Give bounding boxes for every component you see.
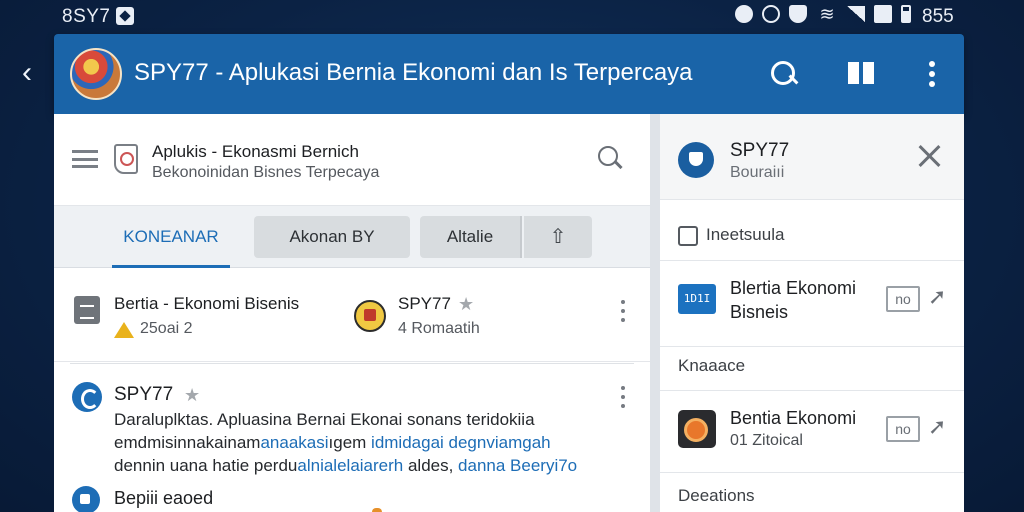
more-vert-icon[interactable] (916, 58, 948, 90)
section-label: Deeations (678, 486, 755, 505)
section-label: Ineetsuula (706, 225, 785, 244)
status-icons: ≋ (735, 5, 911, 23)
divider (70, 363, 634, 364)
list-item[interactable]: Bertia - Ekonomi Bisenis 25oai 2 SPY77 ★… (54, 280, 650, 362)
post-link[interactable]: anaakasi (260, 433, 328, 452)
news-icon: 1D1I (678, 284, 716, 314)
grid-icon[interactable] (846, 58, 878, 90)
post-link[interactable]: danna Beeryi7o (458, 456, 577, 475)
nfc-icon (874, 5, 892, 23)
back-button[interactable]: ‹ (22, 58, 32, 88)
menu-icon[interactable] (72, 150, 98, 168)
more-vert-icon[interactable] (618, 300, 628, 322)
search-icon[interactable] (596, 144, 626, 174)
article-date: 25oai 2 (140, 320, 193, 337)
card-subtitle: 01 Zitoical (730, 432, 803, 449)
indicator-icon (372, 508, 382, 512)
share-button[interactable]: ⇧ (524, 216, 592, 258)
close-icon[interactable] (916, 142, 944, 170)
side-panel: SPY77 Bouraiıi Ineetsuula 1D1I Blertia E… (660, 114, 964, 512)
post-author: SPY77 (114, 384, 174, 405)
item-title: Bepiii eaoed (114, 488, 214, 508)
arrow-right-icon[interactable]: ➚ (928, 414, 946, 440)
article-title: Bertia - Ekonomi Bisenis (114, 294, 300, 313)
tab-koneanar[interactable]: KONEANAR (112, 206, 230, 268)
post-body-line: Daraluplktas. Apluasina Bernai Ekonai so… (114, 410, 535, 429)
document-icon (114, 144, 138, 174)
panel-subtitle: Bekonoinidan Bisnes Terpecaya (152, 164, 380, 181)
article-icon (74, 296, 100, 324)
app-bar: SPY77 - Aplukasi Bernia Ekonomi dan Is T… (54, 34, 964, 114)
section-header: Ineetsuula (660, 214, 964, 258)
list-item[interactable]: Bepiii eaoed (54, 484, 650, 512)
status-bar: 8SY7 ≋ 855 (0, 0, 1024, 32)
post-body: Daraluplktas. Apluasina Bernai Ekonai so… (114, 408, 634, 477)
avatar (72, 382, 102, 412)
card-title: Bisneis (730, 302, 789, 322)
panel-title: Aplukis - Ekonasmi Bernich (152, 142, 359, 161)
tab-akonan-by[interactable]: Akonan BY (254, 216, 410, 258)
post-item[interactable]: SPY77 ★ Daraluplktas. Apluasina Bernai E… (54, 376, 650, 484)
app-title: SPY77 - Aplukasi Bernia Ekonomi dan Is T… (134, 59, 693, 86)
post-link[interactable]: alnialelaiarerh (297, 456, 403, 475)
share-icon: ⇧ (549, 226, 567, 248)
tab-bar: KONEANAR Akonan BY Altalie ⇧ (54, 206, 650, 268)
section-label: Knaaace (678, 356, 746, 375)
divider (660, 390, 964, 391)
side-panel-title: SPY77 (730, 140, 790, 161)
star-icon[interactable]: ★ (184, 385, 200, 406)
alarm-icon (762, 5, 780, 23)
status-time: 8SY7 (62, 6, 111, 27)
author-meta: 4 Romaatih (398, 320, 480, 337)
side-card[interactable]: Bentia Ekonomi 01 Zitoical no ➚ (660, 392, 964, 468)
panel-header: Aplukis - Ekonasmi Bernich Bekonoinidan … (54, 114, 650, 206)
card-title: Blertia Ekonomi (730, 278, 857, 298)
app-logo (70, 48, 122, 100)
side-panel-subtitle: Bouraiıi (730, 164, 785, 181)
divider (660, 260, 964, 261)
card-title: Bentia Ekonomi (730, 408, 857, 428)
card-chip[interactable]: no (886, 416, 920, 442)
star-icon[interactable]: ★ (458, 294, 474, 315)
media-icon (735, 5, 753, 23)
more-vert-icon[interactable] (618, 386, 628, 408)
warning-icon (114, 322, 134, 338)
card-chip[interactable]: no (886, 286, 920, 312)
battery-icon (901, 5, 911, 23)
side-card[interactable]: 1D1I Blertia Ekonomi Bisneis no ➚ (660, 264, 964, 344)
search-icon[interactable] (768, 58, 800, 90)
app-icon (678, 410, 716, 448)
arrow-right-icon[interactable]: ➚ (928, 284, 946, 310)
author-name: SPY77 (398, 294, 451, 313)
divider (660, 346, 964, 347)
post-link[interactable]: idmidagai degnviamgah (366, 433, 551, 452)
shield-icon (789, 5, 807, 23)
folder-icon (678, 226, 698, 246)
battery-percentage: 855 (922, 6, 954, 27)
avatar (354, 300, 386, 332)
divider (660, 472, 964, 473)
avatar (678, 142, 714, 178)
post-body-line: emdmisinnakainamanaakasiıgem idmidagai d… (114, 433, 551, 452)
tab-altalie[interactable]: Altalie (420, 216, 522, 258)
wifi-icon: ≋ (819, 4, 835, 24)
badge-icon (72, 486, 100, 512)
notification-icon (116, 7, 134, 25)
side-panel-header: SPY77 Bouraiıi (660, 114, 964, 200)
main-panel: Aplukis - Ekonasmi Bernich Bekonoinidan … (54, 114, 650, 512)
panel-divider (650, 114, 660, 512)
post-body-line: dennin uana hatie perdualnialelaiarerh a… (114, 456, 578, 475)
signal-icon (847, 6, 865, 22)
